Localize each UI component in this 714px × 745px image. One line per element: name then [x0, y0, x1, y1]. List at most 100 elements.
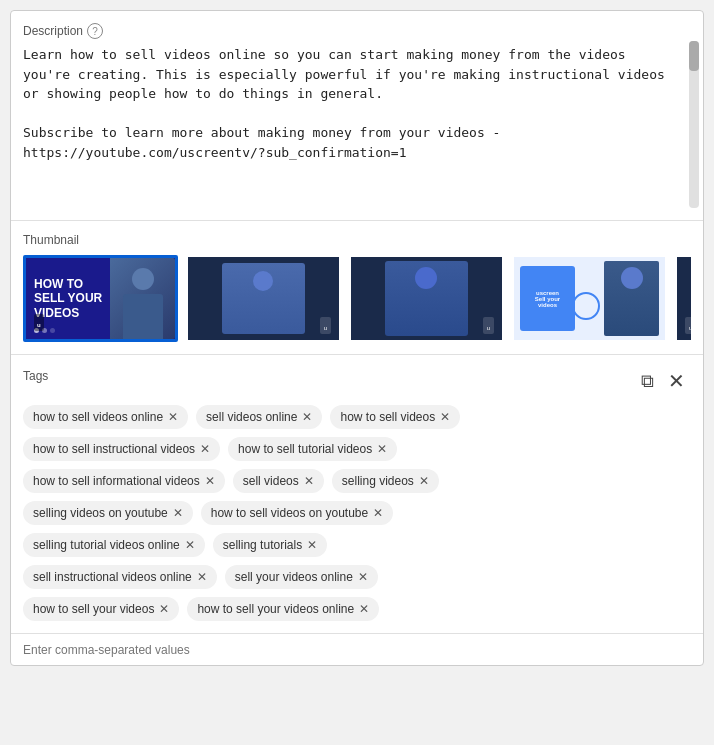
tags-row-4: selling videos on youtube ✕ how to sell …: [23, 501, 691, 525]
tag-2-text: sell videos online: [206, 410, 297, 424]
tag-12: selling tutorials ✕: [213, 533, 327, 557]
tag-1-text: how to sell videos online: [33, 410, 163, 424]
tag-16-remove[interactable]: ✕: [359, 603, 369, 615]
thumbnail-item-2[interactable]: u: [186, 255, 341, 342]
tag-11-remove[interactable]: ✕: [185, 539, 195, 551]
clear-tags-button[interactable]: ✕: [666, 367, 687, 395]
tags-actions: ⧉ ✕: [639, 367, 687, 395]
description-label: Description ?: [23, 23, 691, 39]
tags-input-area: [11, 633, 703, 665]
tag-12-remove[interactable]: ✕: [307, 539, 317, 551]
thumbnail-row: HOW TOSELL YOURVIDEOS u: [23, 255, 691, 342]
tag-14: sell your videos online ✕: [225, 565, 378, 589]
tag-7-text: sell videos: [243, 474, 299, 488]
person-head-3: [415, 267, 437, 289]
tag-2-remove[interactable]: ✕: [302, 411, 312, 423]
thumbnail-4-card-text: uscreenSell yourvideos: [535, 290, 560, 308]
tags-row-7: how to sell your videos ✕ how to sell yo…: [23, 597, 691, 621]
description-help-icon[interactable]: ?: [87, 23, 103, 39]
tag-16-text: how to sell your videos online: [197, 602, 354, 616]
uscreen-logo-2: u: [320, 317, 331, 334]
description-section: Description ? Learn how to sell videos o…: [11, 11, 703, 221]
tag-15-text: how to sell your videos: [33, 602, 154, 616]
uscreen-logo-1: u: [34, 314, 44, 331]
tag-8: selling videos ✕: [332, 469, 439, 493]
thumbnail-item-1[interactable]: HOW TOSELL YOURVIDEOS u: [23, 255, 178, 342]
person-head-2: [253, 271, 273, 291]
thumbnail-2-person: [222, 263, 305, 334]
thumbnail-item-4[interactable]: uscreenSell yourvideos: [512, 255, 667, 342]
tag-7: sell videos ✕: [233, 469, 324, 493]
tag-10: how to sell videos on youtube ✕: [201, 501, 393, 525]
tag-1-remove[interactable]: ✕: [168, 411, 178, 423]
tag-8-text: selling videos: [342, 474, 414, 488]
thumbnail-1-bg: HOW TOSELL YOURVIDEOS u: [26, 258, 175, 339]
tag-6-remove[interactable]: ✕: [205, 475, 215, 487]
description-input[interactable]: Learn how to sell videos online so you c…: [23, 45, 691, 205]
tag-11: selling tutorial videos online ✕: [23, 533, 205, 557]
thumbnail-item-3[interactable]: u: [349, 255, 504, 342]
tag-14-text: sell your videos online: [235, 570, 353, 584]
tag-5-remove[interactable]: ✕: [377, 443, 387, 455]
thumbnail-3-person: [385, 261, 468, 336]
thumbnail-1-title: HOW TOSELL YOURVIDEOS: [34, 277, 102, 320]
thumbnail-3-bg: u: [351, 257, 502, 340]
main-container: Description ? Learn how to sell videos o…: [10, 10, 704, 666]
tag-4: how to sell instructional videos ✕: [23, 437, 220, 461]
thumbnail-section: Thumbnail HOW TOSELL YOURVIDEOS: [11, 221, 703, 355]
uscreen-logo-3: u: [483, 317, 494, 334]
tag-11-text: selling tutorial videos online: [33, 538, 180, 552]
tag-5-text: how to sell tutorial videos: [238, 442, 372, 456]
scrollbar-thumb: [689, 41, 699, 71]
tag-9-remove[interactable]: ✕: [173, 507, 183, 519]
tags-row-3: how to sell informational videos ✕ sell …: [23, 469, 691, 493]
tag-13-text: sell instructional videos online: [33, 570, 192, 584]
tags-row-5: selling tutorial videos online ✕ selling…: [23, 533, 691, 557]
tag-13: sell instructional videos online ✕: [23, 565, 217, 589]
tag-4-text: how to sell instructional videos: [33, 442, 195, 456]
tag-15-remove[interactable]: ✕: [159, 603, 169, 615]
thumbnail-label: Thumbnail: [23, 233, 691, 247]
thumbnail-2-bg: u: [188, 257, 339, 340]
thumbnail-4-person: [604, 261, 659, 336]
tags-row-2: how to sell instructional videos ✕ how t…: [23, 437, 691, 461]
thumbnail-item-5[interactable]: u: [675, 255, 691, 342]
uscreen-logo-5: u: [685, 317, 691, 334]
tag-9: selling videos on youtube ✕: [23, 501, 193, 525]
description-label-text: Description: [23, 24, 83, 38]
tag-13-remove[interactable]: ✕: [197, 571, 207, 583]
tag-8-remove[interactable]: ✕: [419, 475, 429, 487]
tag-10-remove[interactable]: ✕: [373, 507, 383, 519]
thumbnail-4-bg: uscreenSell yourvideos: [514, 257, 665, 340]
thumbnail-5-bg: u: [677, 257, 691, 340]
tag-4-remove[interactable]: ✕: [200, 443, 210, 455]
person-head-4: [621, 267, 643, 289]
tag-14-remove[interactable]: ✕: [358, 571, 368, 583]
thumbnail-4-card: uscreenSell yourvideos: [520, 266, 575, 331]
copy-tags-button[interactable]: ⧉: [639, 369, 656, 394]
tags-header: Tags ⧉ ✕: [23, 367, 691, 395]
scrollbar: [689, 41, 699, 208]
tags-section: Tags ⧉ ✕ how to sell videos online ✕ sel…: [11, 355, 703, 633]
tag-12-text: selling tutorials: [223, 538, 302, 552]
tag-9-text: selling videos on youtube: [33, 506, 168, 520]
tag-1: how to sell videos online ✕: [23, 405, 188, 429]
thumbnail-1-person: [110, 258, 175, 339]
tag-15: how to sell your videos ✕: [23, 597, 179, 621]
tag-7-remove[interactable]: ✕: [304, 475, 314, 487]
tag-16: how to sell your videos online ✕: [187, 597, 379, 621]
tag-3-text: how to sell videos: [340, 410, 435, 424]
tag-3: how to sell videos ✕: [330, 405, 460, 429]
tag-3-remove[interactable]: ✕: [440, 411, 450, 423]
thumbnail-4-circle: [572, 292, 600, 320]
tags-row-1: how to sell videos online ✕ sell videos …: [23, 405, 691, 429]
tags-input[interactable]: [23, 643, 691, 657]
tag-6: how to sell informational videos ✕: [23, 469, 225, 493]
person-head: [132, 268, 154, 290]
tag-5: how to sell tutorial videos ✕: [228, 437, 397, 461]
tag-6-text: how to sell informational videos: [33, 474, 200, 488]
person-body: [123, 294, 163, 339]
tags-label: Tags: [23, 369, 48, 383]
tags-content: how to sell videos online ✕ sell videos …: [23, 405, 691, 621]
tags-row-6: sell instructional videos online ✕ sell …: [23, 565, 691, 589]
